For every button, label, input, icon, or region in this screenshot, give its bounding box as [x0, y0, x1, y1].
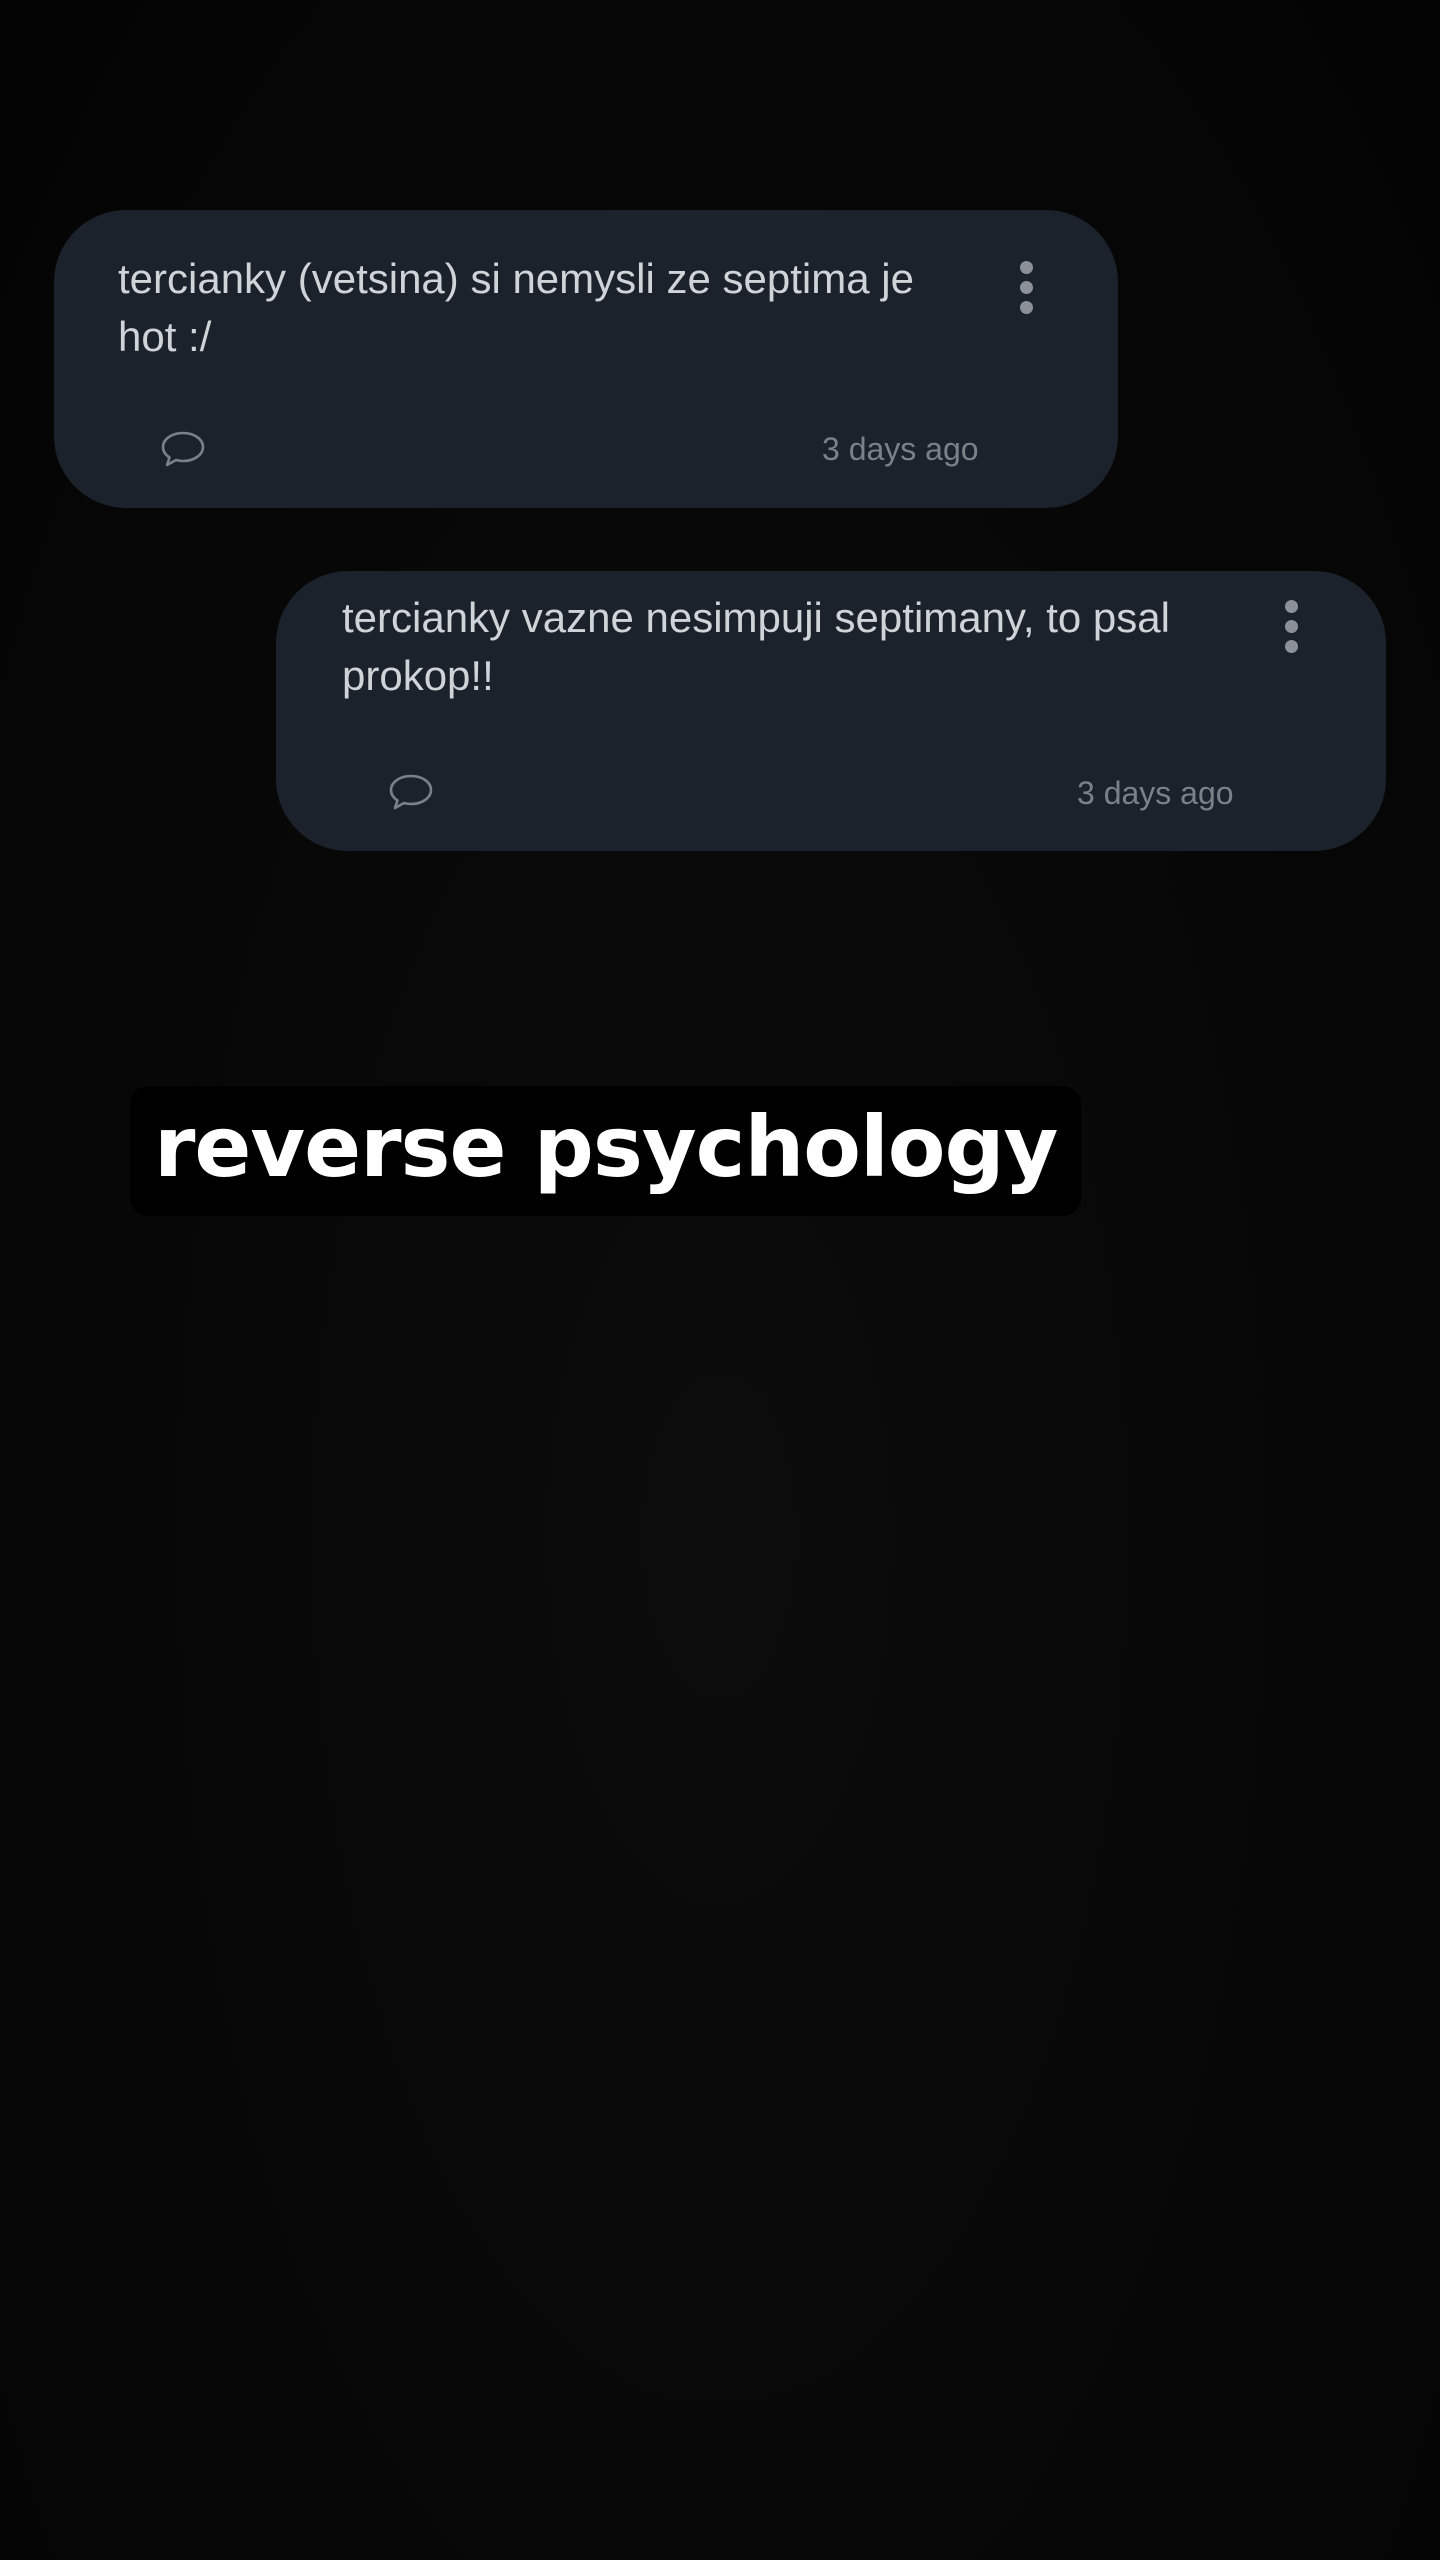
post-card[interactable]: tercianky vazne nesimpuji septimany, to …	[276, 571, 1386, 851]
post-text: tercianky (vetsina) si nemysli ze septim…	[118, 255, 914, 360]
more-vertical-icon-dot	[1284, 639, 1298, 653]
more-options-button[interactable]	[1271, 591, 1311, 661]
comment-button[interactable]	[158, 424, 208, 474]
more-vertical-icon-dot	[1019, 300, 1033, 314]
more-vertical-icon	[1284, 599, 1298, 613]
caption-overlay: reverse psychology	[130, 1086, 1082, 1216]
post-text: tercianky vazne nesimpuji septimany, to …	[342, 594, 1170, 699]
more-vertical-icon-dot	[1019, 280, 1033, 294]
post-card[interactable]: tercianky (vetsina) si nemysli ze septim…	[54, 210, 1118, 508]
comment-bubble-icon	[161, 431, 205, 467]
more-vertical-icon-dot	[1284, 619, 1298, 633]
comment-bubble-icon	[389, 774, 433, 810]
more-vertical-icon	[1019, 260, 1033, 274]
more-options-button[interactable]	[1006, 252, 1046, 322]
post-timestamp: 3 days ago	[822, 431, 979, 467]
post-timestamp: 3 days ago	[1077, 775, 1234, 811]
comment-button[interactable]	[386, 767, 436, 817]
